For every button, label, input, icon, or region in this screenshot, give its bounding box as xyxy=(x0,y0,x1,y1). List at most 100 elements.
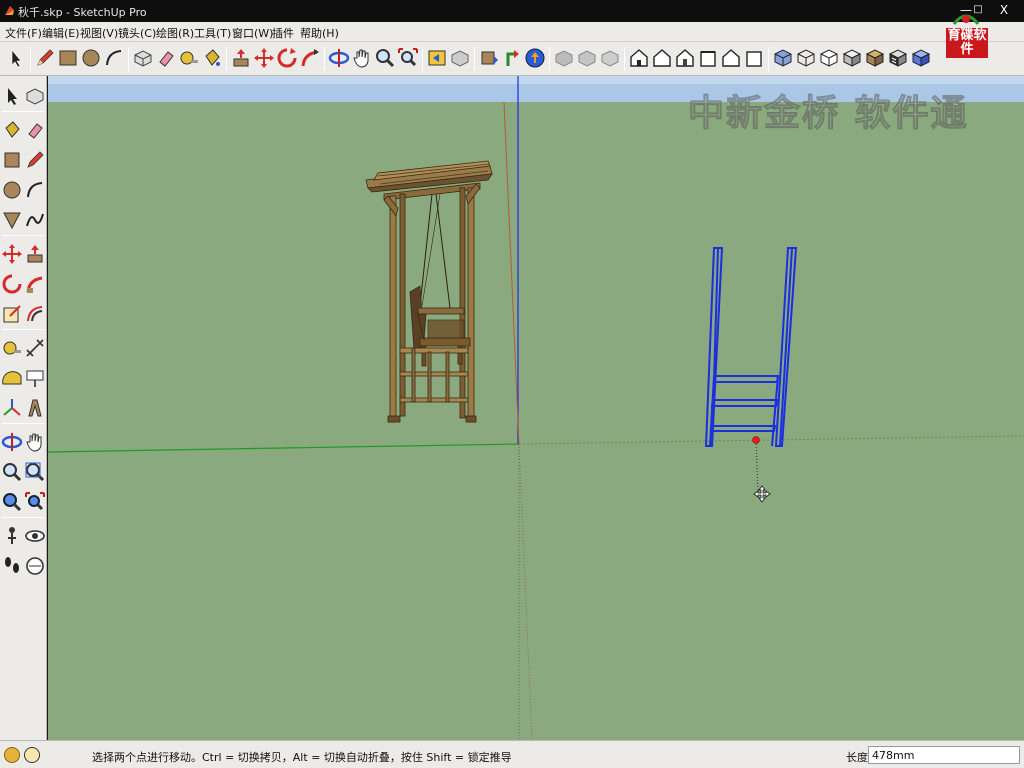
previous-view-icon[interactable] xyxy=(0,490,24,514)
axes-icon[interactable] xyxy=(0,396,24,420)
zoom-extents-icon[interactable] xyxy=(396,46,420,70)
select-icon[interactable] xyxy=(4,46,28,70)
ground xyxy=(48,102,1024,740)
credits-icon[interactable] xyxy=(24,747,40,763)
paint-bucket-icon[interactable] xyxy=(200,46,224,70)
protractor-icon[interactable] xyxy=(0,366,24,390)
make-component-icon[interactable] xyxy=(23,84,47,108)
scale-icon[interactable] xyxy=(0,302,24,326)
zoom-icon[interactable] xyxy=(0,460,24,484)
toolbar-separator xyxy=(324,47,325,71)
menu-bar: 文件(F) 编辑(E) 视图(V) 镜头(C) 绘图(R) 工具(T) 窗口(W… xyxy=(0,22,1024,42)
status-bar: 选择两个点进行移动。Ctrl = 切换拷贝，Alt = 切换自动折叠，按住 Sh… xyxy=(0,740,1024,768)
pan-icon[interactable] xyxy=(23,430,47,454)
offset-icon[interactable] xyxy=(23,302,47,326)
pan-icon[interactable] xyxy=(350,46,374,70)
shaded-blue-icon[interactable] xyxy=(909,46,933,70)
follow-me-icon[interactable] xyxy=(23,272,47,296)
xray-style-icon[interactable] xyxy=(771,46,795,70)
toolbar-separator xyxy=(2,111,44,112)
make-component-icon[interactable] xyxy=(131,46,155,70)
text-icon[interactable] xyxy=(23,366,47,390)
previous-view-icon[interactable] xyxy=(425,46,449,70)
line-icon[interactable] xyxy=(23,148,47,172)
status-message: 选择两个点进行移动。Ctrl = 切换拷贝，Alt = 切换自动折叠，按住 Sh… xyxy=(92,751,512,764)
sketchup-window: 秋千.skp - SketchUp Pro — □ X 文件(F) 编辑(E) … xyxy=(0,0,1024,768)
shaded-style-icon[interactable] xyxy=(840,46,864,70)
menu-edit[interactable]: 编辑(E) xyxy=(42,25,80,41)
circle-icon[interactable] xyxy=(79,46,103,70)
follow-me-icon[interactable] xyxy=(298,46,322,70)
look-around-icon[interactable] xyxy=(23,524,47,548)
eraser-icon[interactable] xyxy=(23,118,47,142)
push-pull-icon[interactable] xyxy=(229,46,253,70)
menu-help[interactable]: 帮助(H) xyxy=(300,25,339,41)
position-camera-icon[interactable] xyxy=(0,524,24,548)
select-icon[interactable] xyxy=(0,84,24,108)
zoom-icon[interactable] xyxy=(373,46,397,70)
right-view-icon[interactable] xyxy=(696,46,720,70)
tape-measure-icon[interactable] xyxy=(177,46,201,70)
3d-viewport[interactable]: 中新金桥 软件通 xyxy=(48,76,1024,740)
next-view-icon[interactable] xyxy=(448,46,472,70)
3d-text-icon[interactable] xyxy=(23,396,47,420)
back-view-icon[interactable] xyxy=(719,46,743,70)
measurements-input[interactable] xyxy=(868,746,1020,764)
left-toolbar xyxy=(0,76,47,740)
freehand-icon[interactable] xyxy=(23,208,47,232)
move-start-point[interactable] xyxy=(752,436,760,444)
rectangle-icon[interactable] xyxy=(56,46,80,70)
rotate-icon[interactable] xyxy=(275,46,299,70)
close-button[interactable]: X xyxy=(993,1,1015,19)
top-view-icon[interactable] xyxy=(650,46,674,70)
wireframe-style-icon[interactable] xyxy=(794,46,818,70)
menu-window[interactable]: 窗口(W) xyxy=(232,25,273,41)
rectangle-icon[interactable] xyxy=(0,148,24,172)
toolbar-separator xyxy=(422,47,423,71)
menu-draw[interactable]: 绘图(R) xyxy=(156,25,194,41)
circle-icon[interactable] xyxy=(0,178,24,202)
window-title: 秋千.skp - SketchUp Pro xyxy=(18,6,147,19)
orbit-icon[interactable] xyxy=(327,46,351,70)
menu-plugins[interactable]: 插件 xyxy=(272,25,294,41)
title-bar: 秋千.skp - SketchUp Pro — □ X xyxy=(0,0,1024,22)
menu-file[interactable]: 文件(F) xyxy=(5,25,42,41)
rotate-icon[interactable] xyxy=(0,272,24,296)
xray-icon[interactable] xyxy=(552,46,576,70)
wireframe-icon[interactable] xyxy=(575,46,599,70)
geo-location-icon[interactable] xyxy=(4,747,20,763)
front-view-icon[interactable] xyxy=(673,46,697,70)
pencil-icon[interactable] xyxy=(33,46,57,70)
hidden-line-icon[interactable] xyxy=(598,46,622,70)
upload-component-icon[interactable] xyxy=(523,46,547,70)
iso-view-icon[interactable] xyxy=(627,46,651,70)
zoom-window-icon[interactable] xyxy=(23,460,47,484)
move-icon[interactable] xyxy=(252,46,276,70)
arc-icon[interactable] xyxy=(23,178,47,202)
menu-view[interactable]: 视图(V) xyxy=(80,25,118,41)
zoom-extents-icon[interactable] xyxy=(23,490,47,514)
toolbar-separator xyxy=(474,47,475,71)
menu-camera[interactable]: 镜头(C) xyxy=(118,25,156,41)
left-view-icon[interactable] xyxy=(742,46,766,70)
move-icon[interactable] xyxy=(0,242,24,266)
walk-icon[interactable] xyxy=(0,554,24,578)
section-plane-icon[interactable] xyxy=(23,554,47,578)
menu-tools[interactable]: 工具(T) xyxy=(194,25,231,41)
orbit-icon[interactable] xyxy=(0,430,24,454)
arc-icon[interactable] xyxy=(102,46,126,70)
dimension-icon[interactable] xyxy=(23,336,47,360)
paint-bucket-icon[interactable] xyxy=(0,118,24,142)
logo-text: 育碟软件 xyxy=(946,28,988,58)
scene-canvas[interactable] xyxy=(48,76,1024,740)
shaded-textures-icon[interactable] xyxy=(863,46,887,70)
hidden-line-style-icon[interactable] xyxy=(817,46,841,70)
watermark-text: 中新金桥 软件通 xyxy=(688,93,969,135)
get-models-icon[interactable] xyxy=(477,46,501,70)
push-pull-icon[interactable] xyxy=(23,242,47,266)
share-model-icon[interactable] xyxy=(500,46,524,70)
tape-measure-icon[interactable] xyxy=(0,336,24,360)
eraser-icon[interactable] xyxy=(154,46,178,70)
polygon-icon[interactable] xyxy=(0,208,24,232)
monochrome-icon[interactable] xyxy=(886,46,910,70)
